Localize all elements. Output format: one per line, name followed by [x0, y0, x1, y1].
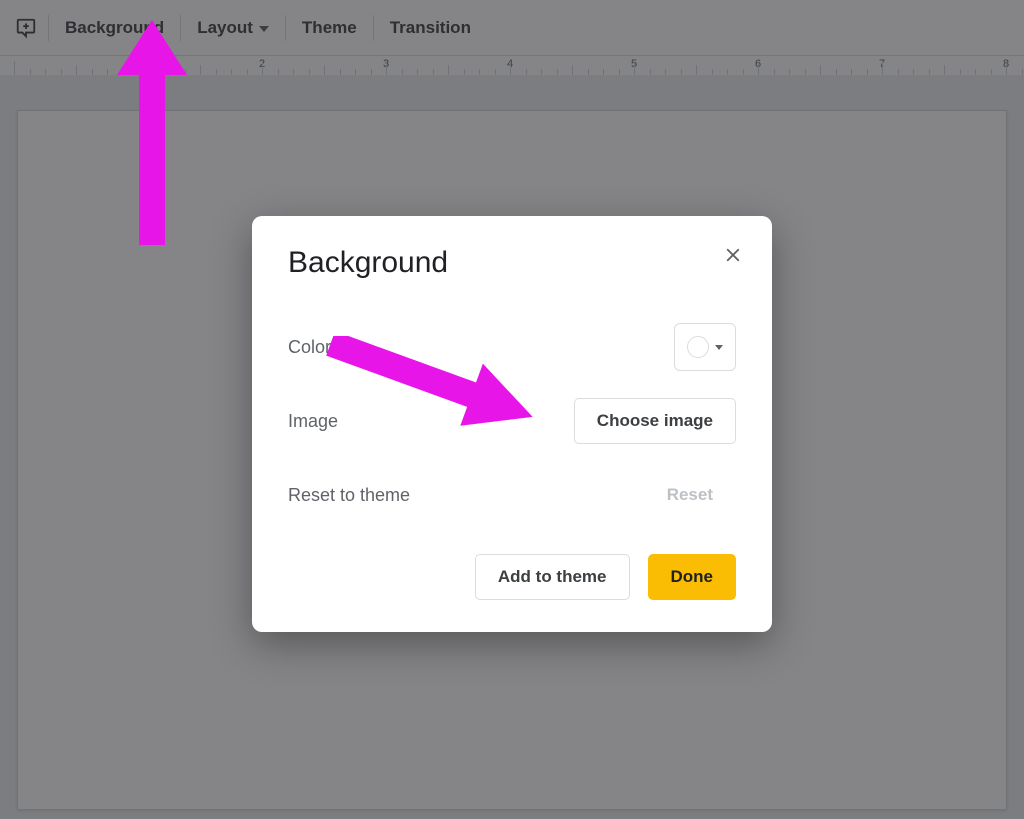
image-label: Image [288, 411, 338, 432]
color-row: Color [288, 318, 736, 376]
image-row: Image Choose image [288, 392, 736, 450]
color-swatch [687, 336, 709, 358]
modal-overlay: Background Color Image Choose image Rese… [0, 0, 1024, 819]
color-label: Color [288, 337, 331, 358]
reset-label: Reset to theme [288, 485, 410, 506]
reset-button[interactable]: Reset [644, 472, 736, 518]
done-button[interactable]: Done [648, 554, 737, 600]
add-to-theme-button[interactable]: Add to theme [475, 554, 630, 600]
chevron-down-icon [715, 345, 723, 350]
choose-image-button[interactable]: Choose image [574, 398, 736, 444]
color-picker-button[interactable] [674, 323, 736, 371]
background-dialog: Background Color Image Choose image Rese… [252, 216, 772, 632]
dialog-actions: Add to theme Done [288, 554, 736, 600]
close-button[interactable] [720, 242, 746, 268]
reset-row: Reset to theme Reset [288, 466, 736, 524]
dialog-title: Background [288, 246, 736, 280]
